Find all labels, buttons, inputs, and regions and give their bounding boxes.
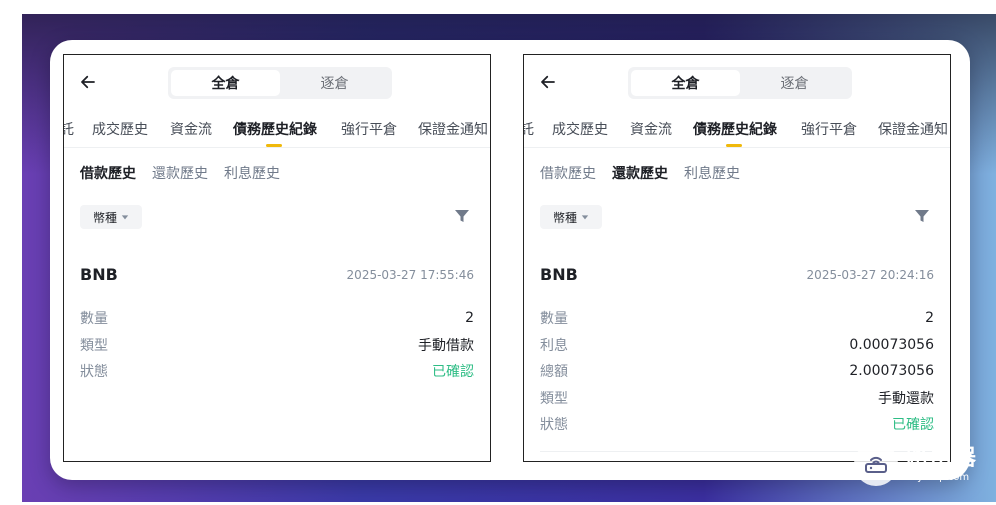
asset-name: BNB (540, 265, 578, 284)
tab-partial[interactable]: 託 (524, 119, 534, 139)
segment-cross[interactable]: 全倉 (171, 70, 280, 96)
subtab-repay-history[interactable]: 還款歷史 (612, 163, 668, 187)
detail-label: 利息 (540, 337, 568, 354)
tab-funds-flow[interactable]: 資金流 (630, 119, 672, 139)
detail-value: 手動借款 (418, 337, 474, 354)
detail-label: 狀態 (80, 364, 108, 381)
segment-isolated[interactable]: 逐倉 (740, 70, 849, 96)
router-logo-icon (854, 442, 898, 486)
detail-value: 2 (465, 310, 474, 327)
tab-liquidation[interactable]: 強行平倉 (801, 119, 857, 139)
record-details: 數量 2 類型 手動借款 狀態 已確認 (80, 305, 474, 385)
debt-subtabs: 借款歷史 還款歷史 利息歷史 (80, 163, 280, 187)
history-tabs: 託 成交歷史 資金流 債務歷史紀錄 強行平倉 保證金通知 (524, 113, 950, 148)
active-tab-indicator (726, 144, 742, 147)
background-stage: 全倉 逐倉 託 成交歷史 資金流 債務歷史紀錄 強行平倉 保證金通知 借款歷史 … (22, 14, 996, 502)
coin-filter-dropdown[interactable]: 幣種 (540, 205, 602, 229)
tab-margin-call[interactable]: 保證金通知 (418, 119, 488, 139)
margin-mode-switch: 全倉 逐倉 (628, 67, 852, 99)
detail-label: 數量 (540, 311, 568, 328)
watermark-title: 路由器 (906, 446, 979, 471)
segment-cross[interactable]: 全倉 (631, 70, 740, 96)
detail-row-amount: 數量 2 (80, 305, 474, 332)
detail-label: 數量 (80, 311, 108, 328)
detail-row-status: 狀態 已確認 (80, 358, 474, 385)
subtab-repay-history[interactable]: 還款歷史 (152, 163, 208, 187)
caret-down-icon (121, 213, 129, 221)
record-timestamp: 2025-03-27 17:55:46 (346, 268, 474, 282)
top-bar: 全倉 逐倉 (64, 67, 490, 101)
subtab-interest-history[interactable]: 利息歷史 (224, 163, 280, 187)
detail-row-type: 類型 手動還款 (540, 385, 934, 412)
tab-partial[interactable]: 託 (64, 119, 74, 139)
detail-row-amount: 數量 2 (540, 305, 934, 332)
detail-label: 總額 (540, 364, 568, 381)
watermark-url: luyouqi.com (908, 472, 970, 483)
top-bar: 全倉 逐倉 (524, 67, 950, 101)
detail-row-type: 類型 手動借款 (80, 332, 474, 359)
detail-value: 2.00073056 (849, 363, 934, 380)
detail-label: 狀態 (540, 417, 568, 434)
tab-liquidation[interactable]: 強行平倉 (341, 119, 397, 139)
left-panel-borrow-history: 全倉 逐倉 託 成交歷史 資金流 債務歷史紀錄 強行平倉 保證金通知 借款歷史 … (63, 54, 491, 462)
tab-margin-call[interactable]: 保證金通知 (878, 119, 948, 139)
funnel-icon[interactable] (914, 208, 932, 226)
detail-value: 手動還款 (878, 390, 934, 407)
screenshot-card: 全倉 逐倉 託 成交歷史 資金流 債務歷史紀錄 強行平倉 保證金通知 借款歷史 … (50, 40, 970, 480)
subtab-borrow-history[interactable]: 借款歷史 (540, 163, 596, 187)
detail-label: 類型 (540, 390, 568, 407)
detail-row-interest: 利息 0.00073056 (540, 332, 934, 359)
tab-trade-history[interactable]: 成交歷史 (92, 119, 148, 139)
detail-row-total: 總額 2.00073056 (540, 358, 934, 385)
status-confirmed: 已確認 (432, 364, 474, 381)
coin-filter-label: 幣種 (92, 210, 117, 225)
detail-value: 2 (925, 310, 934, 327)
tab-debt-history[interactable]: 債務歷史紀錄 (693, 119, 777, 139)
funnel-icon[interactable] (454, 208, 472, 226)
right-panel-repay-history: 全倉 逐倉 託 成交歷史 資金流 債務歷史紀錄 強行平倉 保證金通知 借款歷史 … (523, 54, 951, 462)
debt-subtabs: 借款歷史 還款歷史 利息歷史 (540, 163, 740, 187)
watermark: 路由器 luyouqi.com (854, 436, 994, 492)
arrow-left-icon[interactable] (76, 70, 100, 94)
tab-trade-history[interactable]: 成交歷史 (552, 119, 608, 139)
subtab-interest-history[interactable]: 利息歷史 (684, 163, 740, 187)
detail-label: 類型 (80, 337, 108, 354)
subtab-borrow-history[interactable]: 借款歷史 (80, 163, 136, 187)
coin-filter-dropdown[interactable]: 幣種 (80, 205, 142, 229)
status-confirmed: 已確認 (892, 417, 934, 434)
history-tabs: 託 成交歷史 資金流 債務歷史紀錄 強行平倉 保證金通知 (64, 113, 490, 148)
record-details: 數量 2 利息 0.00073056 總額 2.00073056 類型 手動還款… (540, 305, 934, 438)
asset-name: BNB (80, 265, 118, 284)
arrow-left-icon[interactable] (536, 70, 560, 94)
record-timestamp: 2025-03-27 20:24:16 (806, 268, 934, 282)
tab-debt-history[interactable]: 債務歷史紀錄 (233, 119, 317, 139)
coin-filter-label: 幣種 (552, 210, 577, 225)
detail-value: 0.00073056 (849, 336, 934, 353)
detail-row-status: 狀態 已確認 (540, 411, 934, 438)
segment-isolated[interactable]: 逐倉 (280, 70, 389, 96)
margin-mode-switch: 全倉 逐倉 (168, 67, 392, 99)
active-tab-indicator (266, 144, 282, 147)
caret-down-icon (581, 213, 589, 221)
tab-funds-flow[interactable]: 資金流 (170, 119, 212, 139)
